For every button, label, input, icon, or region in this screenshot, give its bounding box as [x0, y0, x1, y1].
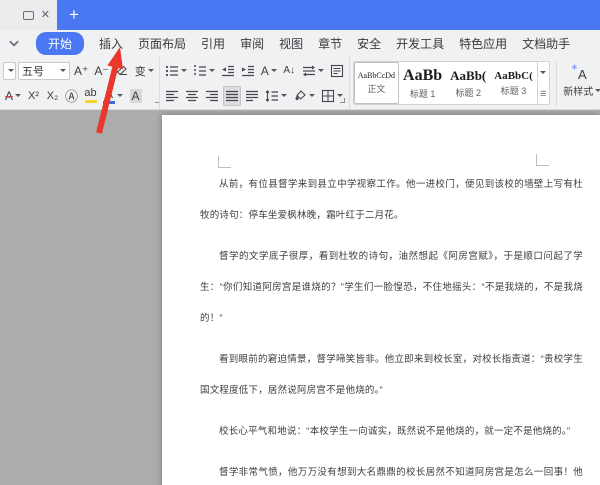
- font-color-bar: [103, 101, 115, 104]
- subscript-button[interactable]: X₂: [44, 86, 61, 106]
- paragraph: 校长心平气和地说：“本校学生一向诚实，既然说不是他烧的，就一定不是他烧的。”: [200, 416, 583, 447]
- menu-tab-page-layout[interactable]: 页面布局: [138, 35, 186, 52]
- char-scale-button[interactable]: A: [259, 61, 279, 81]
- chevron-down-icon[interactable]: [7, 37, 21, 51]
- menu-tab-home[interactable]: 开始: [36, 32, 84, 55]
- styles-group: AaBbCcDd 正文 AaBb 标题 1 AaBb( 标题 2 AaBbC( …: [349, 57, 600, 109]
- font-color-button[interactable]: A: [101, 86, 125, 106]
- increase-indent-button[interactable]: [239, 61, 257, 81]
- chevron-down-icon: [148, 69, 154, 72]
- new-tab-button[interactable]: +: [63, 0, 85, 30]
- align-left-button[interactable]: [163, 86, 181, 106]
- chevron-down-icon: [8, 69, 14, 72]
- style-gallery-scroll: ☰: [537, 62, 549, 104]
- paragraph-marks-button[interactable]: [300, 61, 326, 81]
- distribute-button[interactable]: [243, 86, 261, 106]
- sort-button[interactable]: A↓: [281, 61, 298, 81]
- paragraph: 督学的文学底子很厚，看到杜牧的诗句，油然想起《阿房宫赋》，于是顺口问起了学生：“…: [200, 241, 583, 334]
- chevron-down-icon: [15, 94, 21, 97]
- chevron-down-icon: [60, 69, 66, 72]
- menu-tab-insert[interactable]: 插入: [99, 35, 123, 52]
- document-page[interactable]: 从前，有位县督学来到县立中学视察工作。他一进校门，便见到该校的墙壁上写有杜牧的诗…: [162, 115, 600, 485]
- font-size-combo[interactable]: 五号: [18, 62, 70, 80]
- chevron-down-icon: [309, 94, 315, 97]
- chevron-down-icon: [281, 94, 287, 97]
- char-shading-button[interactable]: A: [127, 86, 144, 106]
- margin-mark-top-left: [218, 156, 231, 168]
- document-icon: [23, 11, 34, 20]
- document-tab[interactable]: ✕: [0, 0, 57, 30]
- chevron-down-icon: [209, 69, 215, 72]
- new-style-button[interactable]: ✳A 新样式: [556, 60, 600, 106]
- highlight-color-bar: [85, 100, 97, 103]
- chevron-down-icon: [181, 69, 187, 72]
- style-heading-2[interactable]: AaBb( 标题 2: [446, 62, 490, 104]
- paragraph: 看到眼前的窘迫情景，督学啼笑皆非。他立即来到校长室，对校长指责道：“贵校学生国文…: [200, 344, 583, 406]
- clear-format-button[interactable]: [113, 61, 131, 81]
- style-heading-1[interactable]: AaBb 标题 1: [399, 62, 446, 104]
- menu-tab-dev-tools[interactable]: 开发工具: [396, 35, 444, 52]
- shading-button[interactable]: [291, 86, 317, 106]
- decrease-indent-button[interactable]: [219, 61, 237, 81]
- menu-tab-doc-assistant[interactable]: 文档助手: [522, 35, 570, 52]
- chevron-down-icon: [271, 69, 277, 72]
- wps-writer-window: ✕ + 开始 插入 页面布局 引用 审阅 视图 章节 安全 开发工具 特色应用 …: [0, 0, 600, 485]
- chevron-down-icon: [337, 94, 343, 97]
- menu-tab-special-features[interactable]: 特色应用: [459, 35, 507, 52]
- line-spacing-button[interactable]: [263, 86, 289, 106]
- superscript-button[interactable]: X²: [25, 86, 42, 106]
- style-gallery-up-button[interactable]: [538, 62, 549, 83]
- bullet-list-button[interactable]: [163, 61, 189, 81]
- style-heading-3[interactable]: AaBbC( 标题 3: [490, 62, 537, 104]
- menu-bar: 开始 插入 页面布局 引用 审阅 视图 章节 安全 开发工具 特色应用 文档助手: [0, 30, 600, 57]
- chevron-down-icon: [117, 94, 123, 97]
- menu-tab-view[interactable]: 视图: [279, 35, 303, 52]
- paragraph: 督学非常气愤，他万万没有想到大名鼎鼎的校长居然不知道阿房宫是怎么一回事！他一气之…: [200, 457, 583, 485]
- justify-button[interactable]: [223, 86, 241, 106]
- align-center-button[interactable]: [183, 86, 201, 106]
- font-size-value: 五号: [22, 63, 44, 79]
- sparkle-icon: ✳: [571, 64, 578, 72]
- menu-tab-security[interactable]: 安全: [357, 35, 381, 52]
- tab-bar: ✕ +: [0, 0, 600, 30]
- style-normal[interactable]: AaBbCcDd 正文: [354, 62, 399, 104]
- ribbon: 五号 A⁺ A⁻ 变 A X² X₂ Ⓐ ab A A: [0, 57, 600, 110]
- style-gallery-more-button[interactable]: ☰: [538, 83, 549, 104]
- chevron-down-icon: [318, 69, 324, 72]
- paragraph-group: A A↓: [159, 57, 349, 109]
- style-gallery: AaBbCcDd 正文 AaBb 标题 1 AaBb( 标题 2 AaBbC( …: [353, 61, 550, 105]
- document-canvas: 从前，有位县督学来到县立中学视察工作。他一进校门，便见到该校的墙壁上写有杜牧的诗…: [0, 110, 600, 485]
- paragraph-dialog-launcher[interactable]: [340, 98, 345, 103]
- decrease-font-button[interactable]: A⁻: [92, 61, 110, 81]
- font-name-combo[interactable]: [3, 62, 16, 80]
- font-group: 五号 A⁺ A⁻ 变 A X² X₂ Ⓐ ab A A: [0, 57, 159, 109]
- strikethrough-button[interactable]: A: [3, 86, 23, 106]
- paragraph: 从前，有位县督学来到县立中学视察工作。他一进校门，便见到该校的墙壁上写有杜牧的诗…: [200, 169, 583, 231]
- menu-tab-references[interactable]: 引用: [201, 35, 225, 52]
- margin-mark-top-right: [536, 154, 549, 166]
- menu-tab-review[interactable]: 审阅: [240, 35, 264, 52]
- chevron-down-icon: [595, 89, 600, 92]
- text-layout-button[interactable]: [328, 61, 346, 81]
- increase-font-button[interactable]: A⁺: [72, 61, 90, 81]
- close-tab-icon[interactable]: ✕: [41, 10, 50, 21]
- align-right-button[interactable]: [203, 86, 221, 106]
- menu-tab-section[interactable]: 章节: [318, 35, 342, 52]
- pinyin-guide-button[interactable]: 变: [133, 61, 156, 81]
- highlight-button[interactable]: ab: [82, 86, 99, 106]
- document-text[interactable]: 从前，有位县督学来到县立中学视察工作。他一进校门，便见到该校的墙壁上写有杜牧的诗…: [200, 169, 583, 485]
- circled-character-button[interactable]: Ⓐ: [63, 86, 80, 106]
- numbered-list-button[interactable]: [191, 61, 217, 81]
